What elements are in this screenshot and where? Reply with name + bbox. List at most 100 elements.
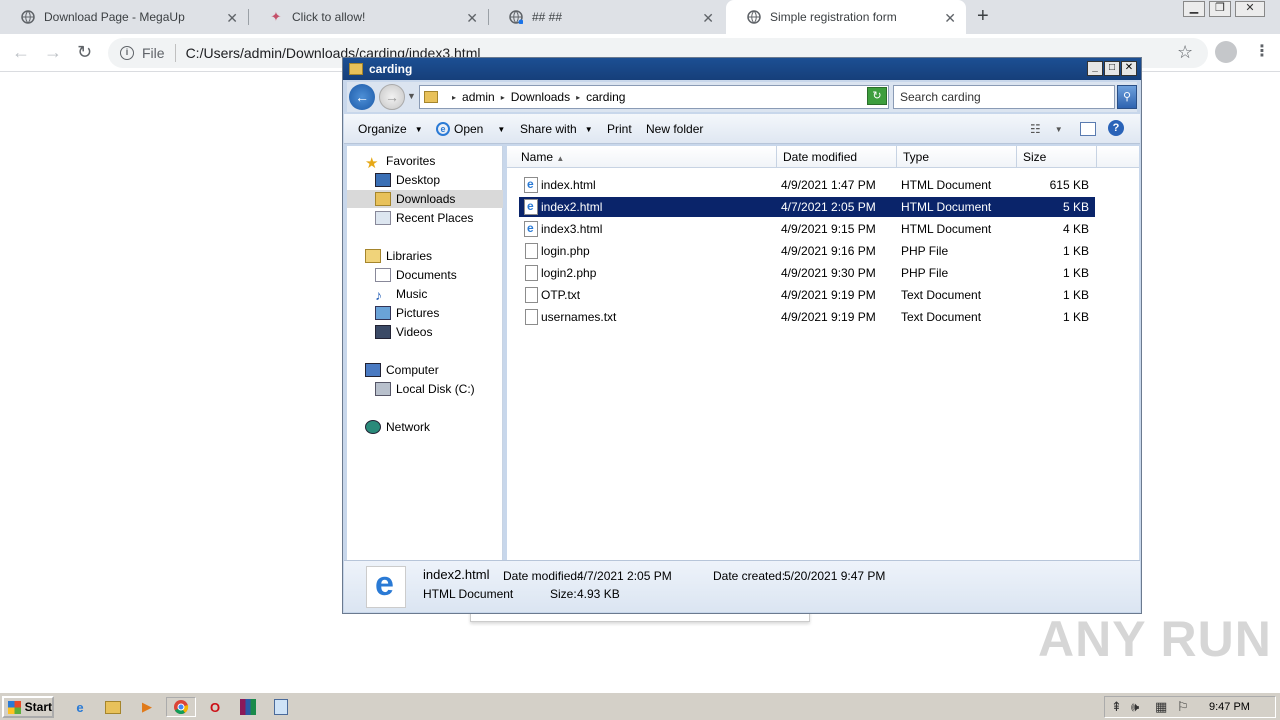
table-row[interactable]: index.html 4/9/2021 1:47 PM HTML Document 6… [519,175,1095,195]
nav-music[interactable]: ♪ Music [375,287,427,303]
close-tab-icon[interactable]: ✕ [226,10,238,27]
profile-avatar[interactable] [1215,41,1237,63]
column-name[interactable]: Name ▲ [507,146,777,168]
chevron-up-icon[interactable]: ⇞ [1111,699,1122,715]
nav-recent-places[interactable]: Recent Places [375,211,473,225]
close-tab-icon[interactable]: ✕ [944,10,956,27]
table-row[interactable]: OTP.txt 4/9/2021 9:19 PM Text Document 1 KB [519,285,1095,305]
details-date-modified-label: Date modified: [503,569,581,583]
nav-label: Recent Places [396,211,474,225]
winrar-icon[interactable] [237,697,259,717]
back-arrow-icon[interactable]: ← [12,42,30,63]
nav-local-disk[interactable]: Local Disk (C:) [375,382,475,396]
new-tab-button[interactable]: + [977,5,989,28]
chevron-right-icon[interactable]: ▸ [576,93,580,102]
chrome-icon[interactable] [166,697,196,717]
help-icon[interactable]: ? [1108,120,1124,136]
chevron-right-icon[interactable]: ▸ [452,93,456,102]
column-type[interactable]: Type [897,146,1017,168]
menu-kebab-icon[interactable]: ⋮ [1254,41,1270,61]
maximize-button[interactable]: □ [1104,61,1120,76]
breadcrumb-item[interactable]: Downloads [511,90,570,104]
refresh-icon[interactable]: ↻ [867,87,887,105]
info-icon[interactable]: i [120,46,134,60]
nav-network[interactable]: Network [365,420,430,434]
file-name: index.html [541,178,596,192]
nav-downloads[interactable]: Downloads [347,190,503,208]
tab-download-page[interactable]: Download Page - MegaUp ✕ [0,0,248,34]
search-input[interactable]: Search carding [893,85,1115,109]
close-window-button[interactable]: ✕ [1235,1,1265,17]
reload-icon[interactable]: ↻ [77,42,92,63]
column-date[interactable]: Date modified [777,146,897,168]
action-center-flag-icon[interactable]: ⚐ [1177,699,1189,715]
table-row[interactable]: login.php 4/9/2021 9:16 PM PHP File 1 KB [519,241,1095,261]
close-tab-icon[interactable]: ✕ [702,10,714,27]
tab-title: Click to allow! [292,10,366,24]
ie-document-icon [524,177,538,193]
libraries-icon [365,249,381,263]
breadcrumb-item[interactable]: carding [586,90,625,104]
network-tray-icon[interactable]: ▦ [1155,699,1167,715]
search-icon[interactable]: ⚲ [1117,85,1137,109]
clock[interactable]: 9:47 PM [1209,701,1250,713]
file-list: Name ▲ Date modified Type Size index.htm… [507,146,1139,560]
nav-label: Local Disk (C:) [396,382,475,396]
navigation-pane: ★ Favorites Desktop Downloads Recent Plac… [347,146,503,560]
tab-simple-registration-form[interactable]: Simple registration form ✕ [726,0,966,34]
nav-favorites[interactable]: ★ Favorites [365,154,435,172]
minimize-button[interactable]: _ [1087,61,1103,76]
start-button[interactable]: Start [2,696,54,718]
file-date-modified: 4/7/2021 2:05 PM [781,200,876,214]
print-button[interactable]: Print [607,122,632,136]
minimize-button[interactable]: ▁ [1183,1,1205,17]
forward-arrow-icon[interactable]: → [379,84,405,110]
nav-documents[interactable]: Documents [375,268,457,282]
file-name: OTP.txt [541,288,581,302]
file-icon [525,309,538,325]
preview-pane-icon[interactable] [1080,122,1096,136]
disk-icon [375,382,391,396]
nav-computer[interactable]: Computer [365,363,439,377]
back-arrow-icon[interactable]: ← [349,84,375,110]
restore-button[interactable]: ❐ [1209,1,1231,17]
organize-button[interactable]: Organize ▼ [358,122,423,136]
file-date-modified: 4/9/2021 9:15 PM [781,222,876,236]
breadcrumb[interactable]: ▸ admin ▸ Downloads ▸ carding ▼ [419,85,889,109]
bookmark-star-icon[interactable]: ☆ [1177,42,1193,63]
nav-desktop[interactable]: Desktop [375,173,440,187]
system-tray: ⇞ 🕪 ▦ ⚐ 9:47 PM [1104,696,1276,718]
open-button[interactable]: e Open ▼ [436,122,505,136]
file-type: Text Document [901,288,982,302]
share-with-button[interactable]: Share with ▼ [520,122,593,136]
breadcrumb-item[interactable]: admin [462,90,495,104]
view-options-icon[interactable]: ☷ ▼ [1030,122,1063,136]
forward-arrow-icon[interactable]: → [44,42,62,63]
ie-document-icon [524,199,538,215]
notepad-icon[interactable] [270,697,292,717]
media-player-icon[interactable]: ▶ [136,697,158,717]
new-folder-button[interactable]: New folder [646,122,703,136]
opera-icon[interactable]: O [204,697,226,717]
column-size[interactable]: Size [1017,146,1097,168]
close-button[interactable]: ✕ [1121,61,1137,76]
nav-libraries[interactable]: Libraries [365,249,432,263]
ie-icon[interactable]: e [69,697,91,717]
chevron-right-icon[interactable]: ▸ [501,93,505,102]
tab-hash[interactable]: ## ## ✕ [488,0,724,34]
table-row[interactable]: usernames.txt 4/9/2021 9:19 PM Text Docume… [519,307,1095,327]
table-row[interactable]: index2.html 4/7/2021 2:05 PM HTML Document… [519,197,1095,217]
close-tab-icon[interactable]: ✕ [466,10,478,27]
chevron-down-icon[interactable]: ▼ [407,91,416,101]
file-date-modified: 4/9/2021 9:19 PM [781,310,876,324]
volume-icon[interactable]: 🕪 [1131,699,1139,715]
table-row[interactable]: login2.php 4/9/2021 9:30 PM PHP File 1 KB [519,263,1095,283]
nav-pictures[interactable]: Pictures [375,306,439,320]
tab-title: ## ## [532,10,563,24]
tab-click-to-allow[interactable]: ✦ Click to allow! ✕ [248,0,488,34]
table-row[interactable]: index3.html 4/9/2021 9:15 PM HTML Document… [519,219,1095,239]
explorer-titlebar: carding _ □ ✕ [343,58,1141,80]
nav-videos[interactable]: Videos [375,325,432,339]
explorer-icon[interactable] [102,697,124,717]
puzzle-icon: ✦ [270,9,282,24]
